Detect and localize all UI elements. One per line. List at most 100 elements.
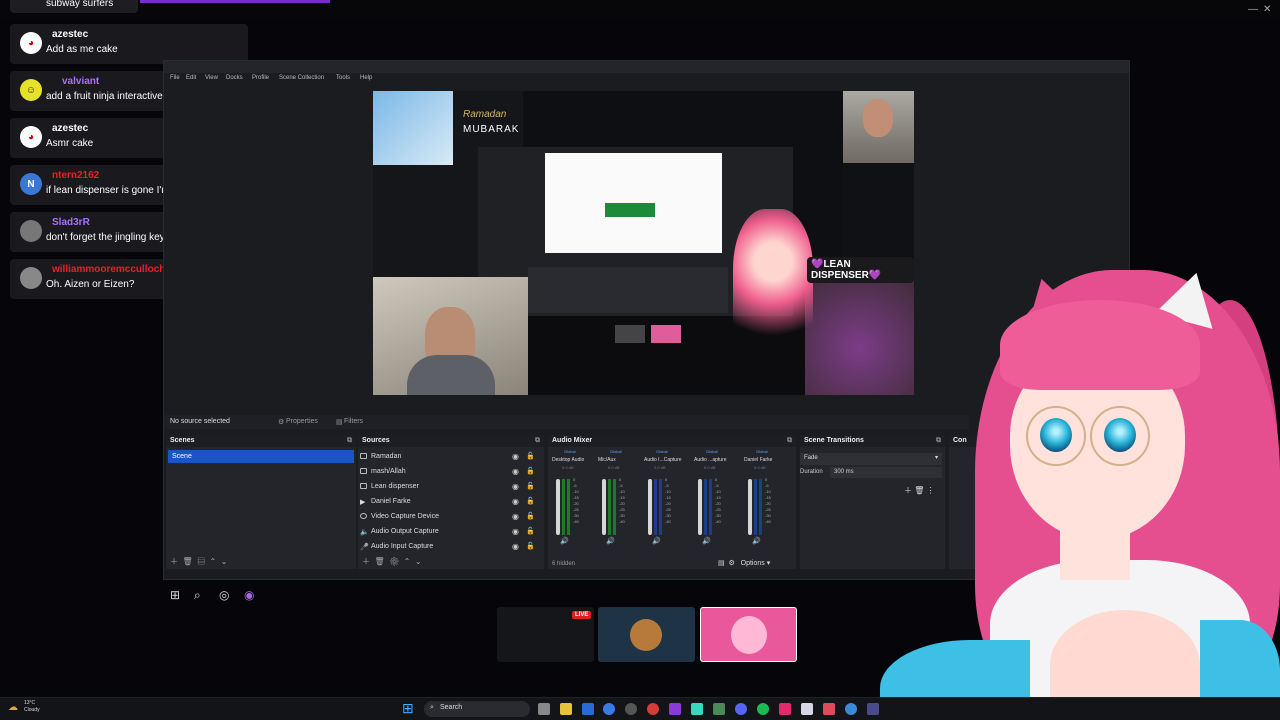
lock-icon[interactable]: 🔓 [526,497,535,505]
menu-tools[interactable]: Tools [336,75,350,81]
lock-icon[interactable]: 🔓 [526,482,535,490]
volume-slider[interactable] [602,479,606,535]
properties-button[interactable]: Properties [286,418,318,425]
duration-input[interactable]: 300 ms [830,467,942,478]
steam-icon[interactable] [582,703,594,715]
eye-icon[interactable]: ◉ [512,482,519,491]
edge-icon[interactable] [603,703,615,715]
spotify-icon[interactable] [757,703,769,715]
lock-icon[interactable]: 🔓 [526,542,535,550]
folder-icon[interactable] [560,703,572,715]
menu-edit[interactable]: Edit [186,75,196,81]
search-icon[interactable]: ⌕ [194,588,201,603]
source-item[interactable]: 🎤 Audio Input Capture ◉ 🔓 [358,541,548,556]
menu-docks[interactable]: Docks [226,75,243,81]
filter-icon[interactable]: ▤ [197,557,205,566]
source-item[interactable]: mash/Allah ◉ 🔓 [358,466,548,481]
eye-icon[interactable]: ◉ [512,467,519,476]
menu-profile[interactable]: Profile [252,75,269,81]
app-icon[interactable]: ◉ [244,588,254,602]
discord-icon[interactable] [735,703,747,715]
minimize-icon[interactable]: — [1248,4,1258,15]
app-icon[interactable] [801,703,813,715]
eye-icon[interactable]: ◉ [512,512,519,521]
undock-icon[interactable]: ⧉ [787,437,792,445]
source-item[interactable]: 🔈 Audio Output Capture ◉ 🔓 [358,526,548,541]
gear-icon[interactable]: ⚙ [278,418,284,426]
filters-button[interactable]: Filters [344,418,363,425]
undock-icon[interactable]: ⧉ [347,437,352,445]
app-icon[interactable] [647,703,659,715]
arrow-down-icon[interactable]: ⌄ [415,557,422,566]
undock-icon[interactable]: ⧉ [936,437,941,445]
channel-name[interactable]: Desktop Audio [552,457,584,463]
source-item[interactable]: ▶ Daniel Farke ◉ 🔓 [358,496,548,511]
close-icon[interactable]: ✕ [1263,4,1271,15]
speaker-icon[interactable]: 🔊 [606,537,615,545]
arrow-down-icon[interactable]: ⌄ [221,557,228,566]
menu-file[interactable]: File [170,75,180,81]
arrow-up-icon[interactable]: ⌃ [404,557,411,566]
lock-icon[interactable]: 🔓 [526,467,535,475]
trash-icon[interactable]: 🗑 [374,557,384,566]
app-icon[interactable] [823,703,835,715]
app-icon[interactable] [713,703,725,715]
weather-widget[interactable]: 13°C Cloudy [24,700,40,714]
gear-icon[interactable]: ⚙ [729,560,735,567]
lock-icon[interactable]: 🔓 [526,452,535,460]
menu-view[interactable]: View [205,75,218,81]
settings-icon[interactable] [625,703,637,715]
layout-icon[interactable]: ▤ [718,560,725,567]
filter-icon[interactable]: ▤ [336,418,343,426]
volume-slider[interactable] [698,479,702,535]
channel-name[interactable]: Daniel Farke [744,457,772,463]
source-item[interactable]: Lean dispenser ◉ 🔓 [358,481,548,496]
app-icon[interactable] [845,703,857,715]
eye-icon[interactable]: ◉ [512,497,519,506]
add-icon[interactable]: ＋ [362,557,370,566]
channel-name[interactable]: Audio I...Capture [644,457,682,463]
add-icon[interactable]: ＋ [170,557,178,566]
menu-help[interactable]: Help [360,75,372,81]
speaker-icon[interactable]: 🔊 [702,537,711,545]
taskview-icon[interactable] [538,703,550,715]
eye-icon[interactable]: ◉ [512,452,519,461]
source-item[interactable]: Video Capture Device ◉ 🔓 [358,511,548,526]
eye-icon[interactable]: ◉ [512,527,519,536]
channel-name[interactable]: Mic/Aux [598,457,616,463]
chevron-down-icon[interactable]: ▾ [767,560,771,567]
stream-preview[interactable]: Ramadan MUBARAK 💜LEAN DISPENSER💜 [373,91,914,395]
source-item[interactable]: Ramadan ◉ 🔓 [358,451,548,466]
app-icon[interactable] [779,703,791,715]
add-icon[interactable]: ＋ [904,486,912,495]
taskbar-search[interactable]: ⌕ Search [424,701,530,717]
transition-select[interactable]: Fade ▾ [800,453,942,465]
trash-icon[interactable]: 🗑 [914,486,924,495]
trash-icon[interactable]: 🗑 [182,557,192,566]
lock-icon[interactable]: 🔓 [526,527,535,535]
app-icon[interactable] [867,703,879,715]
menu-scene-collection[interactable]: Scene Collection [279,75,324,81]
volume-slider[interactable] [556,479,560,535]
speaker-icon[interactable]: 🔊 [652,537,661,545]
channel-name[interactable]: Audio ...apture [694,457,727,463]
obs-icon[interactable]: ◎ [219,588,229,602]
scene-item-selected[interactable]: Scene [168,450,354,463]
arrow-up-icon[interactable]: ⌃ [210,557,217,566]
app-icon[interactable] [669,703,681,715]
lock-icon[interactable]: 🔓 [526,512,535,520]
app-icon[interactable] [691,703,703,715]
volume-slider[interactable] [748,479,752,535]
windows-start-icon[interactable]: ⊞ [402,700,414,717]
more-icon[interactable]: ⋮ [927,486,935,495]
gear-icon[interactable]: ⚙ [389,557,399,566]
window-thumbnail-active[interactable] [700,607,797,662]
window-thumbnail[interactable] [598,607,695,662]
undock-icon[interactable]: ⧉ [535,437,540,445]
speaker-icon[interactable]: 🔊 [752,537,761,545]
eye-icon[interactable]: ◉ [512,542,519,551]
windows-icon[interactable]: ⊞ [170,588,180,602]
speaker-icon[interactable]: 🔊 [560,537,569,545]
options-button[interactable]: Options [741,560,765,567]
volume-slider[interactable] [648,479,652,535]
